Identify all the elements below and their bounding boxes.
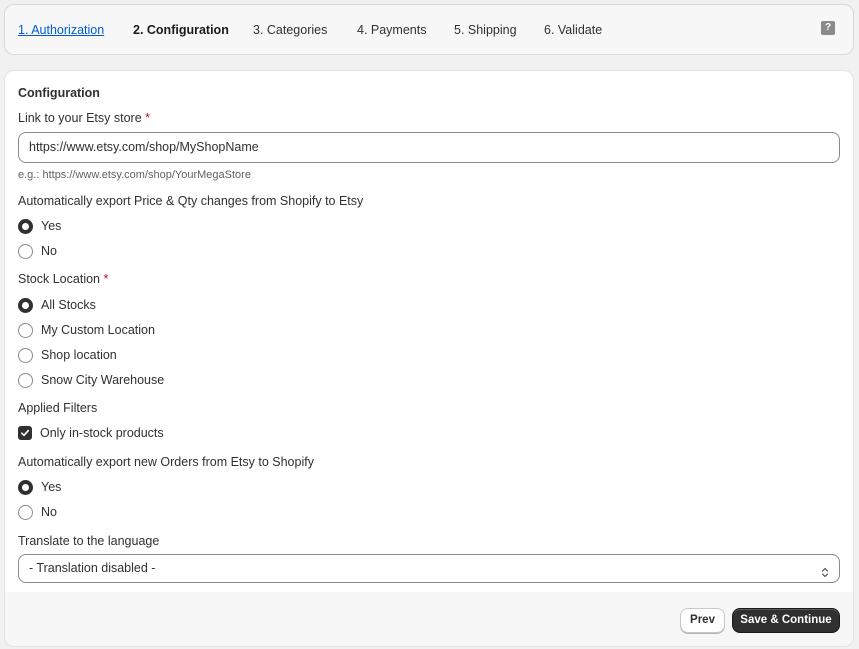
radio-label: My Custom Location: [41, 323, 155, 337]
step-categories[interactable]: 3. Categories: [253, 23, 327, 37]
radio-label: Yes: [41, 480, 62, 494]
step-payments[interactable]: 4. Payments: [357, 23, 426, 37]
save-continue-button[interactable]: Save & Continue: [732, 608, 840, 633]
step-authorization[interactable]: 1. Authorization: [18, 23, 104, 37]
step-shipping[interactable]: 5. Shipping: [454, 23, 517, 37]
stock-location-custom[interactable]: My Custom Location: [18, 321, 155, 339]
export-orders-yes[interactable]: Yes: [18, 478, 61, 496]
radio-label: No: [41, 244, 57, 258]
translate-select[interactable]: - Translation disabled -: [18, 554, 840, 583]
step-configuration[interactable]: 2. Configuration: [133, 23, 229, 37]
store-link-input[interactable]: https://www.etsy.com/shop/MyShopName: [18, 132, 840, 163]
stock-location-shop[interactable]: Shop location: [18, 346, 117, 364]
card-footer: Prev Save & Continue: [5, 592, 853, 646]
applied-filters-label: Applied Filters: [18, 401, 98, 415]
radio-label: No: [41, 505, 57, 519]
radio-label: Shop location: [41, 348, 117, 362]
checkbox-checked-icon[interactable]: [18, 426, 32, 440]
radio-unchecked-icon[interactable]: [18, 243, 33, 259]
export-orders-label: Automatically export new Orders from Ets…: [18, 455, 314, 469]
translate-label: Translate to the language: [18, 534, 160, 548]
radio-unchecked-icon[interactable]: [18, 347, 33, 363]
radio-unchecked-icon[interactable]: [18, 322, 33, 338]
radio-label: Yes: [41, 219, 62, 233]
radio-checked-icon[interactable]: [18, 297, 33, 313]
radio-label: Snow City Warehouse: [41, 373, 165, 387]
export-orders-no[interactable]: No: [18, 503, 57, 521]
stock-location-snow-city[interactable]: Snow City Warehouse: [18, 371, 164, 389]
radio-checked-icon[interactable]: [18, 479, 33, 495]
configuration-card: Configuration Link to your Etsy store * …: [4, 70, 854, 647]
translate-select-value: - Translation disabled -: [29, 561, 156, 575]
store-link-label: Link to your Etsy store *: [18, 111, 150, 125]
radio-label: All Stocks: [41, 298, 96, 312]
chevron-updown-icon: [821, 562, 829, 589]
checkbox-label: Only in-stock products: [40, 426, 164, 440]
radio-unchecked-icon[interactable]: [18, 372, 33, 388]
steps-navigation: 1. Authorization 2. Configuration 3. Cat…: [4, 4, 854, 55]
radio-checked-icon[interactable]: [18, 218, 33, 234]
export-price-qty-label: Automatically export Price & Qty changes…: [18, 194, 364, 208]
required-mark: *: [103, 272, 109, 286]
stock-location-all-stocks[interactable]: All Stocks: [18, 296, 96, 314]
export-price-qty-yes[interactable]: Yes: [18, 217, 61, 235]
stock-location-label: Stock Location *: [18, 272, 108, 286]
required-mark: *: [145, 111, 151, 125]
prev-button[interactable]: Prev: [680, 608, 725, 633]
section-title: Configuration: [18, 86, 100, 100]
stock-location-label-text: Stock Location: [18, 272, 100, 286]
in-stock-filter[interactable]: Only in-stock products: [18, 424, 164, 442]
store-link-label-text: Link to your Etsy store: [18, 111, 142, 125]
step-validate[interactable]: 6. Validate: [544, 23, 602, 37]
export-price-qty-no[interactable]: No: [18, 242, 57, 260]
store-link-hint: e.g.: https://www.etsy.com/shop/YourMega…: [18, 169, 251, 181]
question-icon[interactable]: ?: [821, 21, 835, 35]
radio-unchecked-icon[interactable]: [18, 504, 33, 520]
